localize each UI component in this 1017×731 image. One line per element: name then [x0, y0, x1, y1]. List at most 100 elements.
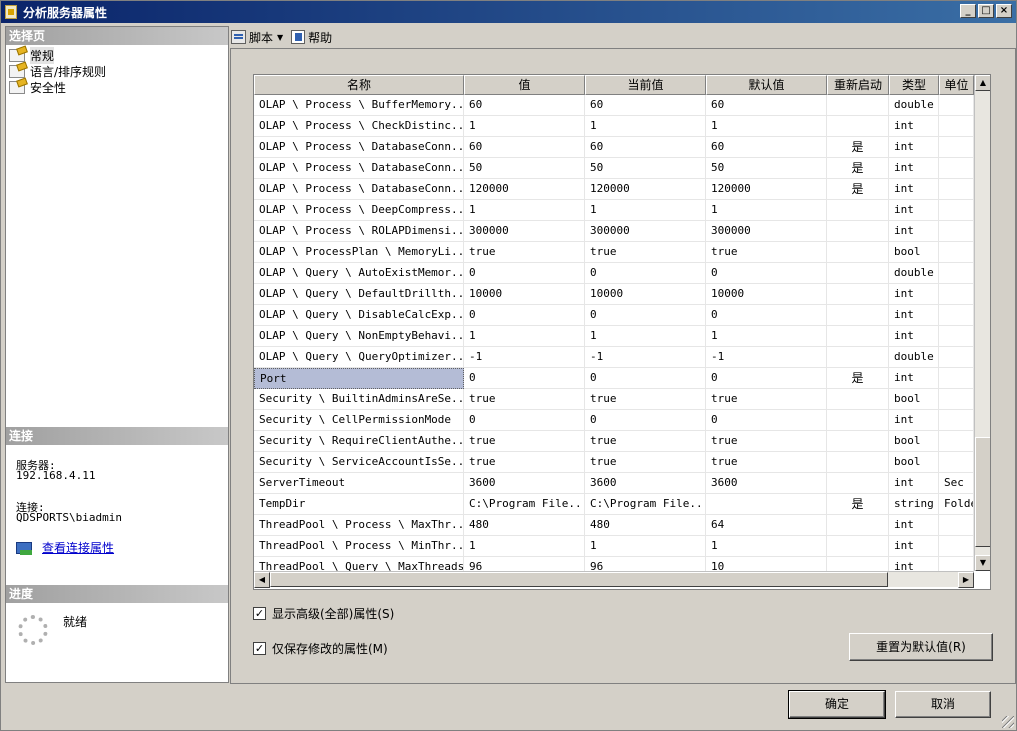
grid-cell[interactable] [827, 326, 889, 347]
page-item-security[interactable]: 安全性 [9, 79, 66, 95]
grid-cell[interactable]: -1 [464, 347, 585, 368]
grid-cell[interactable]: 10000 [464, 284, 585, 305]
grid-cell[interactable]: int [889, 137, 939, 158]
help-button[interactable]: 帮助 [291, 29, 332, 46]
grid-cell[interactable]: 120000 [464, 179, 585, 200]
grid-cell[interactable]: true [464, 431, 585, 452]
grid-cell[interactable]: 300000 [464, 221, 585, 242]
grid-cell[interactable] [827, 410, 889, 431]
grid-cell[interactable]: int [889, 515, 939, 536]
grid-cell[interactable] [939, 326, 974, 347]
grid-cell[interactable]: 1 [706, 536, 827, 557]
grid-cell[interactable]: 是 [827, 137, 889, 158]
property-row[interactable]: Security \ ServiceAccountIsSe... true true… [254, 452, 974, 473]
grid-cell[interactable] [939, 158, 974, 179]
title-bar[interactable]: 分析服务器属性 _ □ × [1, 1, 1016, 23]
grid-cell[interactable] [939, 137, 974, 158]
grid-cell[interactable]: 是 [827, 158, 889, 179]
grid-cell[interactable] [827, 431, 889, 452]
grid-cell[interactable]: 0 [585, 263, 706, 284]
ok-button[interactable]: 确定 [788, 690, 886, 719]
grid-cell[interactable]: 0 [585, 410, 706, 431]
grid-cell[interactable]: 120000 [706, 179, 827, 200]
grid-cell[interactable]: int [889, 368, 939, 389]
grid-cell[interactable]: 50 [464, 158, 585, 179]
grid-cell[interactable]: 1 [464, 200, 585, 221]
property-row[interactable]: OLAP \ Query \ DisableCalcExp... 0 0 0 int [254, 305, 974, 326]
grid-cell[interactable]: 60 [585, 95, 706, 116]
grid-cell[interactable] [827, 473, 889, 494]
grid-cell[interactable] [827, 305, 889, 326]
grid-cell[interactable] [827, 389, 889, 410]
grid-cell[interactable]: ThreadPool \ Process \ MaxThr... [254, 515, 464, 536]
grid-cell[interactable]: 0 [585, 368, 706, 389]
grid-cell[interactable] [939, 221, 974, 242]
grid-cell[interactable]: 1 [464, 536, 585, 557]
grid-cell[interactable] [827, 116, 889, 137]
minimize-button[interactable]: _ [960, 4, 976, 18]
grid-cell[interactable]: true [585, 242, 706, 263]
grid-cell[interactable]: 0 [585, 305, 706, 326]
grid-cell[interactable] [827, 515, 889, 536]
maximize-button[interactable]: □ [978, 4, 994, 18]
grid-cell[interactable]: 0 [706, 368, 827, 389]
grid-cell[interactable]: 3600 [585, 473, 706, 494]
grid-cell[interactable]: true [464, 242, 585, 263]
grid-cell[interactable]: 0 [706, 410, 827, 431]
grid-cell[interactable]: OLAP \ Query \ DefaultDrillth... [254, 284, 464, 305]
grid-cell[interactable]: OLAP \ Process \ ROLAPDimensi... [254, 221, 464, 242]
property-row[interactable]: ThreadPool \ Process \ MinThr... 1 1 1 int [254, 536, 974, 557]
grid-cell[interactable]: 64 [706, 515, 827, 536]
grid-cell[interactable] [827, 284, 889, 305]
grid-cell[interactable] [939, 431, 974, 452]
grid-cell[interactable]: bool [889, 431, 939, 452]
grid-cell[interactable]: int [889, 158, 939, 179]
grid-cell[interactable]: int [889, 326, 939, 347]
grid-cell[interactable]: 300000 [585, 221, 706, 242]
grid-cell[interactable]: 3600 [706, 473, 827, 494]
vertical-scrollbar[interactable]: ▲ ▼ [974, 75, 990, 571]
grid-cell[interactable]: 1 [464, 116, 585, 137]
grid-cell[interactable] [939, 305, 974, 326]
grid-cell[interactable] [827, 347, 889, 368]
grid-cell[interactable]: 480 [585, 515, 706, 536]
grid-cell[interactable] [939, 95, 974, 116]
grid-cell[interactable]: OLAP \ Query \ AutoExistMemor... [254, 263, 464, 284]
grid-cell[interactable] [706, 494, 827, 515]
grid-cell[interactable]: int [889, 200, 939, 221]
grid-cell[interactable] [939, 179, 974, 200]
property-grid[interactable]: 名称值当前值 默认值 重新启动 类型 单位 OLAP \ Process \ Buffe… [253, 74, 991, 590]
grid-cell[interactable]: 60 [706, 137, 827, 158]
grid-cell[interactable]: true [706, 452, 827, 473]
column-header[interactable]: 值 [464, 75, 585, 95]
grid-cell[interactable] [939, 284, 974, 305]
grid-cell[interactable]: bool [889, 452, 939, 473]
grid-cell[interactable]: int [889, 305, 939, 326]
grid-cell[interactable]: string [889, 494, 939, 515]
view-connection-properties[interactable]: 查看连接属性 [16, 539, 114, 556]
grid-cell[interactable]: int [889, 221, 939, 242]
script-button[interactable]: 脚本 ▼ [231, 29, 283, 46]
grid-cell[interactable]: int [889, 536, 939, 557]
property-row[interactable]: ThreadPool \ Process \ MaxThr... 480 480 64… [254, 515, 974, 536]
page-item-language[interactable]: 语言/排序规则 [9, 63, 106, 79]
property-row[interactable]: OLAP \ Process \ DeepCompress... 1 1 1 int [254, 200, 974, 221]
grid-cell[interactable]: Sec [939, 473, 974, 494]
grid-cell[interactable]: TempDir [254, 494, 464, 515]
grid-cell[interactable]: double [889, 263, 939, 284]
property-row[interactable]: OLAP \ Process \ ROLAPDimensi... 300000 30… [254, 221, 974, 242]
grid-cell[interactable] [939, 368, 974, 389]
property-row[interactable]: OLAP \ Process \ DatabaseConn... 60 60 60 是 i… [254, 137, 974, 158]
grid-cell[interactable]: int [889, 410, 939, 431]
grid-cell[interactable]: true [706, 431, 827, 452]
grid-cell[interactable]: 0 [464, 263, 585, 284]
grid-cell[interactable]: -1 [706, 347, 827, 368]
grid-cell[interactable]: 是 [827, 179, 889, 200]
grid-cell[interactable]: 10000 [585, 284, 706, 305]
grid-cell[interactable]: true [585, 389, 706, 410]
grid-cell[interactable]: OLAP \ Process \ CheckDistinc... [254, 116, 464, 137]
grid-cell[interactable]: OLAP \ Query \ QueryOptimizer... [254, 347, 464, 368]
grid-cell[interactable]: OLAP \ Process \ DatabaseConn... [254, 179, 464, 200]
grid-cell[interactable]: 1 [585, 200, 706, 221]
grid-cell[interactable]: Security \ CellPermissionMode [254, 410, 464, 431]
